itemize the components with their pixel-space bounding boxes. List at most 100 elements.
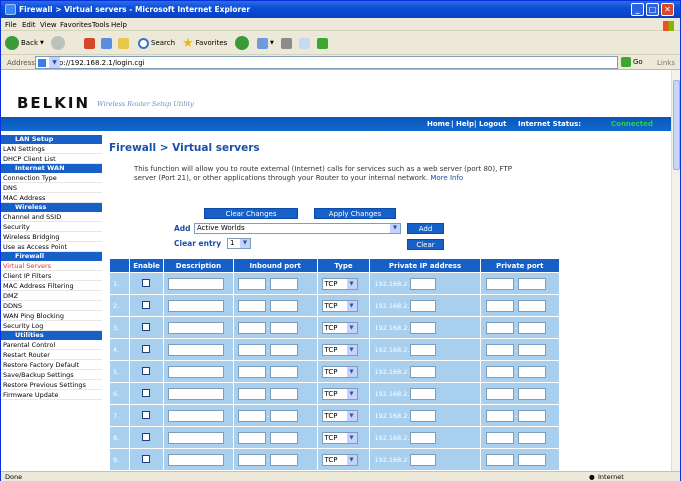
vertical-scrollbar[interactable]: [671, 70, 680, 471]
inbound-port-end-field[interactable]: [270, 343, 299, 356]
inbound-port-end-field[interactable]: [270, 277, 299, 290]
forward-button[interactable]: [51, 35, 65, 51]
inbound-port-end-field[interactable]: [270, 365, 299, 378]
minimize-button[interactable]: _: [631, 3, 644, 16]
inbound-port-start-field[interactable]: [237, 453, 266, 466]
type-select[interactable]: TCP ▼: [321, 409, 358, 422]
description-field[interactable]: [167, 365, 224, 378]
refresh-button[interactable]: [101, 35, 112, 51]
inbound-port-start-field[interactable]: [237, 277, 266, 290]
private-port-start-field[interactable]: [485, 321, 514, 334]
sidebar-item[interactable]: MAC Address Filtering: [1, 281, 102, 291]
private-port-end-field[interactable]: [517, 365, 546, 378]
description-field[interactable]: [167, 321, 224, 334]
private-ip-field[interactable]: [409, 299, 436, 312]
more-info-link[interactable]: More Info: [430, 174, 463, 182]
inbound-port-start-field[interactable]: [237, 387, 266, 400]
nav-help[interactable]: Help: [456, 120, 474, 128]
private-port-end-field[interactable]: [517, 299, 546, 312]
sidebar-item[interactable]: Restore Factory Default: [1, 360, 102, 370]
inbound-port-start-field[interactable]: [237, 343, 266, 356]
menu-tools[interactable]: Tools: [92, 21, 109, 29]
mail-button[interactable]: ▼: [257, 35, 274, 51]
type-select[interactable]: TCP ▼: [321, 453, 358, 466]
nav-home[interactable]: Home: [427, 120, 450, 128]
private-port-start-field[interactable]: [485, 343, 514, 356]
inbound-port-end-field[interactable]: [270, 387, 299, 400]
inbound-port-start-field[interactable]: [237, 321, 266, 334]
go-button[interactable]: Go: [621, 57, 643, 67]
sidebar-item[interactable]: Client IP Filters: [1, 271, 102, 281]
inbound-port-start-field[interactable]: [237, 365, 266, 378]
type-select[interactable]: TCP ▼: [321, 343, 358, 356]
address-input[interactable]: http://192.168.2.1/login.cgi ▼: [35, 56, 618, 69]
enable-checkbox[interactable]: [142, 300, 151, 309]
sidebar-item[interactable]: Parental Control: [1, 340, 102, 350]
inbound-port-start-field[interactable]: [237, 299, 266, 312]
enable-checkbox[interactable]: [142, 432, 151, 441]
private-port-start-field[interactable]: [485, 431, 514, 444]
description-field[interactable]: [167, 343, 224, 356]
history-button[interactable]: [235, 35, 249, 51]
description-field[interactable]: [167, 409, 224, 422]
scroll-thumb[interactable]: [673, 80, 680, 170]
private-port-start-field[interactable]: [485, 453, 514, 466]
enable-checkbox[interactable]: [142, 278, 151, 287]
private-ip-field[interactable]: [409, 387, 436, 400]
private-port-end-field[interactable]: [517, 277, 546, 290]
description-field[interactable]: [167, 387, 224, 400]
links-button[interactable]: Links: [657, 59, 675, 67]
inbound-port-start-field[interactable]: [237, 431, 266, 444]
private-port-end-field[interactable]: [517, 431, 546, 444]
private-ip-field[interactable]: [409, 453, 436, 466]
clear-changes-button[interactable]: Clear Changes: [204, 208, 298, 219]
private-ip-field[interactable]: [409, 343, 436, 356]
private-ip-field[interactable]: [409, 409, 436, 422]
inbound-port-end-field[interactable]: [270, 299, 299, 312]
private-port-start-field[interactable]: [485, 409, 514, 422]
sidebar-item[interactable]: Virtual Servers: [1, 261, 102, 271]
type-select[interactable]: TCP ▼: [321, 321, 358, 334]
enable-checkbox[interactable]: [142, 410, 151, 419]
type-select[interactable]: TCP ▼: [321, 431, 358, 444]
sidebar-item[interactable]: Connection Type: [1, 173, 102, 183]
sidebar-item[interactable]: DMZ: [1, 291, 102, 301]
favorites-button[interactable]: ★ Favorites: [182, 35, 227, 51]
inbound-port-end-field[interactable]: [270, 431, 299, 444]
type-select[interactable]: TCP ▼: [321, 365, 358, 378]
sidebar-item[interactable]: Security Log: [1, 321, 102, 331]
sidebar-item[interactable]: DNS: [1, 183, 102, 193]
menu-edit[interactable]: Edit: [22, 21, 36, 29]
sidebar-item[interactable]: Channel and SSID: [1, 212, 102, 222]
private-port-end-field[interactable]: [517, 387, 546, 400]
type-select[interactable]: TCP ▼: [321, 277, 358, 290]
enable-checkbox[interactable]: [142, 454, 151, 463]
menu-help[interactable]: Help: [111, 21, 127, 29]
enable-checkbox[interactable]: [142, 366, 151, 375]
address-dropdown-icon[interactable]: ▼: [49, 57, 60, 68]
private-port-start-field[interactable]: [485, 365, 514, 378]
back-button[interactable]: Back ▼: [5, 35, 44, 51]
print-button[interactable]: [281, 35, 292, 51]
sidebar-item[interactable]: Security: [1, 222, 102, 232]
description-field[interactable]: [167, 431, 224, 444]
sidebar-item[interactable]: DHCP Client List: [1, 154, 102, 164]
search-button[interactable]: Search: [138, 35, 175, 51]
sidebar-item[interactable]: WAN Ping Blocking: [1, 311, 102, 321]
sidebar-item[interactable]: Firmware Update: [1, 390, 102, 400]
private-port-start-field[interactable]: [485, 277, 514, 290]
enable-checkbox[interactable]: [142, 322, 151, 331]
stop-button[interactable]: [84, 35, 95, 51]
private-port-end-field[interactable]: [517, 321, 546, 334]
private-port-start-field[interactable]: [485, 387, 514, 400]
description-field[interactable]: [167, 277, 224, 290]
close-button[interactable]: ✕: [661, 3, 674, 16]
inbound-port-end-field[interactable]: [270, 321, 299, 334]
sidebar-item[interactable]: Restore Previous Settings: [1, 380, 102, 390]
home-button[interactable]: [118, 35, 129, 51]
sidebar-item[interactable]: LAN Settings: [1, 144, 102, 154]
sidebar-item[interactable]: Use as Access Point: [1, 242, 102, 252]
private-port-end-field[interactable]: [517, 409, 546, 422]
private-ip-field[interactable]: [409, 277, 436, 290]
private-ip-field[interactable]: [409, 365, 436, 378]
